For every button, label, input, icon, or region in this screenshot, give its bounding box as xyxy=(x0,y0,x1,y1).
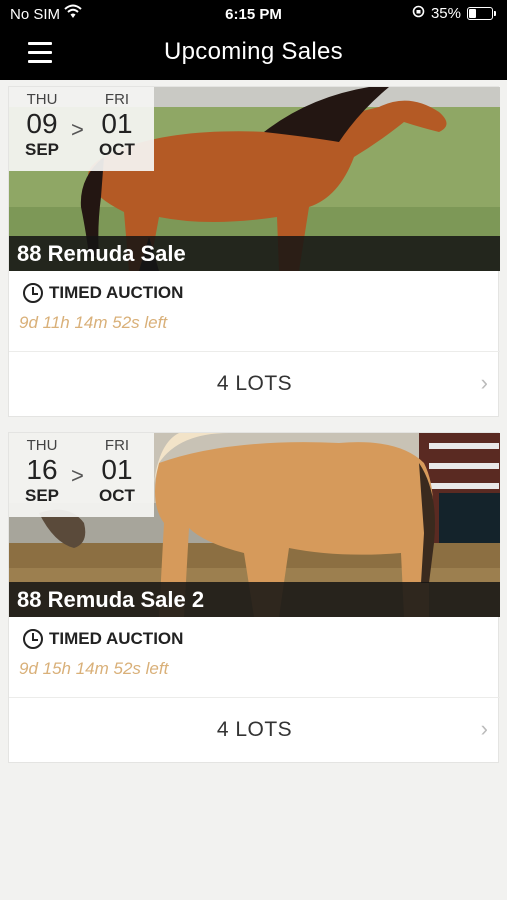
end-day-of-week: FRI xyxy=(104,91,130,108)
end-day: 01 xyxy=(101,108,133,139)
sale-image[interactable]: THU 09 SEP > FRI 01 OCT 88 Remuda Sale xyxy=(9,87,500,271)
status-bar: No SIM 6:15 PM 35% xyxy=(0,0,507,28)
countdown-timer: 9d 15h 14m 52s left xyxy=(19,659,169,678)
battery-percent: 35% xyxy=(430,5,461,22)
sale-dates: THU 16 SEP > FRI 01 OCT xyxy=(9,433,154,517)
page-title: Upcoming Sales xyxy=(164,38,343,65)
sale-name[interactable]: 88 Remuda Sale xyxy=(9,236,500,271)
clock-icon xyxy=(23,283,43,303)
countdown-timer: 9d 11h 14m 52s left xyxy=(19,313,168,332)
sale-image[interactable]: THU 16 SEP > FRI 01 OCT 88 Remuda Sale 2 xyxy=(9,433,500,617)
auction-type: TIMED AUCTION xyxy=(23,283,183,303)
clock-icon xyxy=(23,629,43,649)
chevron-right-icon: › xyxy=(480,370,488,395)
battery-icon xyxy=(467,7,496,20)
battery-fill xyxy=(469,9,477,18)
chevron-right-icon: › xyxy=(480,716,488,741)
end-month: OCT xyxy=(99,486,135,505)
sale-card[interactable]: THU 09 SEP > FRI 01 OCT 88 Remuda Sale T… xyxy=(8,86,500,417)
sale-card[interactable]: THU 16 SEP > FRI 01 OCT 88 Remuda Sale 2… xyxy=(8,432,500,763)
end-month: OCT xyxy=(99,140,135,159)
date-range-arrow: > xyxy=(71,117,84,142)
end-day: 01 xyxy=(101,454,133,485)
view-lots-button[interactable]: 4 LOTS › xyxy=(9,352,500,416)
auction-type-label: TIMED AUCTION xyxy=(49,283,184,302)
lots-count: 4 LOTS xyxy=(216,372,293,395)
start-month: SEP xyxy=(24,140,60,159)
sale-dates: THU 09 SEP > FRI 01 OCT xyxy=(9,87,154,171)
orientation-lock-icon xyxy=(412,5,425,22)
auction-type: TIMED AUCTION xyxy=(23,629,183,649)
start-day-of-week: THU xyxy=(26,437,58,454)
lots-count: 4 LOTS xyxy=(216,718,293,741)
view-lots-button[interactable]: 4 LOTS › xyxy=(9,698,500,762)
start-day-of-week: THU xyxy=(26,91,58,108)
sale-info: TIMED AUCTION 9d 11h 14m 52s left xyxy=(9,271,500,351)
sale-info: TIMED AUCTION 9d 15h 14m 52s left xyxy=(9,617,500,697)
sale-name[interactable]: 88 Remuda Sale 2 xyxy=(9,582,500,617)
nav-bar: Upcoming Sales xyxy=(0,28,507,80)
date-range-arrow: > xyxy=(71,463,84,488)
start-day: 09 xyxy=(26,108,58,139)
end-day-of-week: FRI xyxy=(104,437,130,454)
start-day: 16 xyxy=(26,454,58,485)
start-month: SEP xyxy=(24,486,60,505)
auction-type-label: TIMED AUCTION xyxy=(49,629,184,648)
